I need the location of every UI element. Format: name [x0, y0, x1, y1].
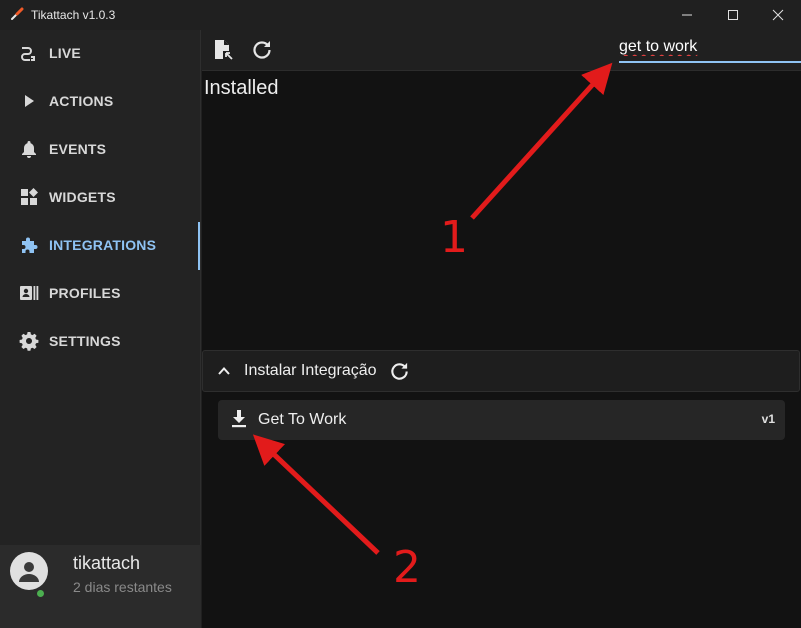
maximize-icon [728, 10, 738, 20]
close-icon [772, 9, 784, 21]
installed-section-title: Installed [204, 77, 279, 99]
sidebar-item-profiles[interactable]: PROFILES [0, 273, 201, 313]
plug-icon [18, 42, 40, 64]
sidebar-item-widgets[interactable]: WIDGETS [0, 177, 201, 217]
user-profile[interactable]: tikattach 2 dias restantes [0, 545, 201, 628]
sidebar-item-label: LIVE [49, 45, 81, 61]
sidebar-item-label: WIDGETS [49, 189, 116, 205]
window-title: Tikattach v1.0.3 [31, 8, 116, 22]
toolbar [202, 30, 801, 71]
annotation-label-1: 1 [440, 212, 468, 263]
user-subscription-status: 2 dias restantes [73, 579, 172, 595]
import-file-button[interactable] [211, 38, 235, 62]
integration-item-get-to-work[interactable]: Get To Work v1 [218, 400, 785, 440]
refresh-button[interactable] [250, 38, 274, 62]
sidebar: LIVE ACTIONS EVENTS WIDGETS INTEGRATIONS… [0, 30, 201, 628]
sidebar-item-label: INTEGRATIONS [49, 237, 157, 253]
active-indicator [198, 222, 200, 270]
search-field[interactable] [619, 33, 801, 63]
chevron-up-icon [218, 367, 230, 375]
install-integration-header[interactable]: Instalar Integração [202, 350, 800, 392]
annotation-label-2: 2 [393, 542, 421, 593]
refresh-icon [253, 41, 271, 59]
sidebar-item-events[interactable]: EVENTS [0, 129, 201, 169]
title-bar: Tikattach v1.0.3 [0, 0, 801, 30]
profile-card-icon [18, 282, 40, 304]
puzzle-icon [18, 234, 40, 256]
sidebar-item-label: EVENTS [49, 141, 107, 157]
sidebar-item-live[interactable]: LIVE [0, 33, 201, 73]
sidebar-item-integrations[interactable]: INTEGRATIONS [0, 225, 201, 265]
download-icon[interactable] [228, 408, 250, 430]
sidebar-item-actions[interactable]: ACTIONS [0, 81, 201, 121]
integration-name: Get To Work [258, 411, 347, 428]
sidebar-item-settings[interactable]: SETTINGS [0, 321, 201, 361]
bell-icon [18, 138, 40, 160]
avatar [10, 552, 48, 590]
play-icon [18, 90, 40, 112]
close-button[interactable] [755, 0, 801, 30]
sidebar-item-label: PROFILES [49, 285, 121, 301]
gear-icon [18, 330, 40, 352]
sidebar-item-label: ACTIONS [49, 93, 114, 109]
user-name: tikattach [73, 553, 141, 573]
online-status-dot [35, 588, 46, 599]
sidebar-item-label: SETTINGS [49, 333, 121, 349]
install-integration-title: Instalar Integração [244, 362, 377, 379]
widgets-icon [18, 186, 40, 208]
refresh-icon[interactable] [389, 361, 410, 382]
person-icon [19, 562, 39, 582]
search-input[interactable] [619, 35, 799, 59]
minimize-button[interactable] [664, 0, 710, 30]
app-logo-icon [11, 7, 24, 20]
minimize-icon [682, 14, 692, 16]
main-content: Installed Instalar Integração Get To Wor… [202, 30, 801, 628]
maximize-button[interactable] [710, 0, 756, 30]
file-import-icon [215, 40, 233, 60]
integration-version: v1 [761, 412, 775, 426]
